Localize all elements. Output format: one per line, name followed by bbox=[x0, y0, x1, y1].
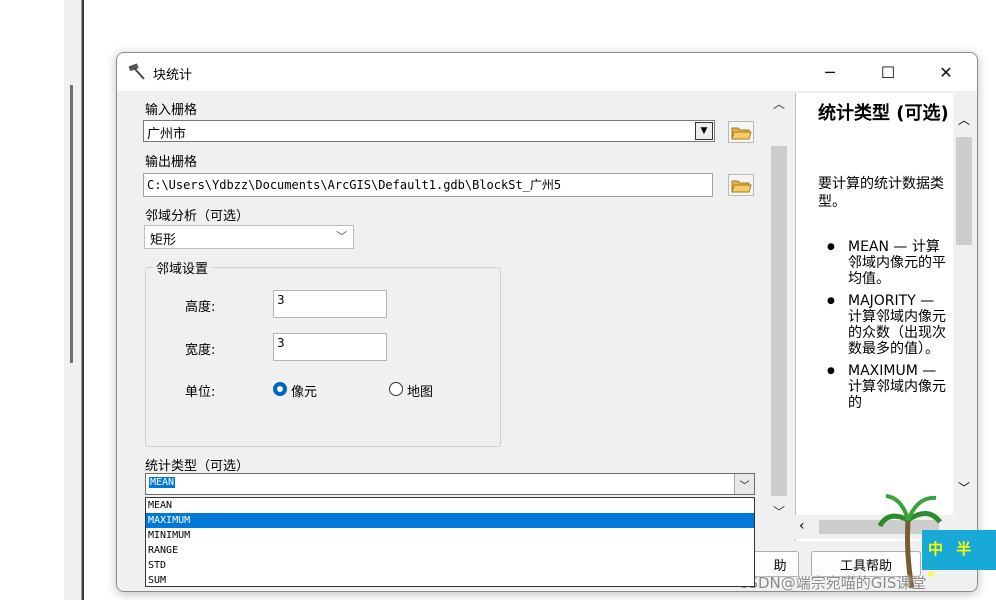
stat-option-sum[interactable]: SUM bbox=[146, 573, 754, 588]
background-splitter[interactable] bbox=[70, 85, 73, 363]
logo-badge: 中 半 。 bbox=[922, 530, 996, 579]
help-item-majority: MAJORITY — 计算邻域内像元的众数（出现次数最多的值）。 bbox=[827, 293, 952, 357]
title-bar[interactable]: 块统计 ─ ☐ ✕ bbox=[117, 53, 977, 91]
neighborhood-label: 邻域分析（可选） bbox=[145, 209, 250, 224]
height-input[interactable]: 3 bbox=[273, 290, 387, 318]
input-raster-dropdown-button[interactable]: ▼ bbox=[695, 122, 713, 140]
input-raster-field[interactable]: 广州市 bbox=[143, 120, 715, 142]
scroll-down-icon[interactable]: ﹀ bbox=[958, 479, 970, 496]
stat-type-selected-value: MEAN bbox=[149, 477, 176, 488]
help-item-maximum: MAXIMUM — 计算邻域内像元的 bbox=[827, 363, 952, 411]
neighborhood-value: 矩形 bbox=[150, 233, 177, 248]
unit-map-label: 地图 bbox=[407, 385, 434, 400]
scroll-left-icon[interactable]: ‹ bbox=[799, 518, 805, 534]
stat-type-label: 统计类型（可选） bbox=[145, 459, 250, 474]
window-title: 块统计 bbox=[153, 68, 193, 83]
stat-option-maximum[interactable]: MAXIMUM bbox=[146, 513, 754, 528]
stat-option-std[interactable]: STD bbox=[146, 558, 754, 573]
stat-option-mean[interactable]: MEAN bbox=[146, 498, 754, 513]
scroll-thumb[interactable] bbox=[771, 146, 787, 496]
block-statistics-dialog: 块统计 ─ ☐ ✕ 输入栅格 广州市 ▼ 输出栅格 C:\Users\Ydbzz… bbox=[116, 52, 978, 592]
input-raster-label: 输入栅格 bbox=[145, 103, 198, 118]
height-label: 高度: bbox=[185, 300, 216, 315]
output-raster-field[interactable]: C:\Users\Ydbzz\Documents\ArcGIS\Default1… bbox=[143, 173, 713, 197]
close-button[interactable]: ✕ bbox=[923, 59, 969, 85]
folder-icon bbox=[731, 180, 752, 193]
minimize-button[interactable]: ─ bbox=[807, 59, 853, 85]
width-input[interactable]: 3 bbox=[273, 333, 387, 361]
neighborhood-combo[interactable]: 矩形 ﹀ bbox=[144, 225, 354, 249]
form-vertical-scrollbar[interactable]: ︿ ﹀ bbox=[767, 91, 791, 551]
help-item-mean: MEAN — 计算邻域内像元的平均值。 bbox=[827, 239, 952, 287]
neighborhood-settings-title: 邻域设置 bbox=[153, 258, 212, 277]
stat-type-combo[interactable]: MEAN ﹀ bbox=[145, 473, 755, 495]
help-title: 统计类型 (可选) bbox=[818, 103, 949, 124]
background-divider bbox=[82, 0, 84, 600]
width-label: 宽度: bbox=[185, 343, 216, 358]
help-panel: 统计类型 (可选) 要计算的统计数据类型。 MEAN — 计算邻域内像元的平均值… bbox=[795, 93, 953, 541]
hide-help-label: 助 bbox=[773, 558, 787, 574]
unit-label: 单位: bbox=[185, 385, 216, 400]
stat-option-range[interactable]: RANGE bbox=[146, 543, 754, 558]
stat-type-dropdown-list: MEAN MAXIMUM MINIMUM RANGE STD SUM bbox=[145, 497, 755, 587]
unit-cell-label: 像元 bbox=[291, 385, 318, 400]
help-vertical-scrollbar[interactable]: ︿ ﹀ bbox=[953, 93, 975, 541]
background-canvas bbox=[0, 0, 64, 600]
scroll-up-icon[interactable]: ︿ bbox=[773, 95, 785, 112]
watermark-text: CSDN@端宗宛喵的GIS课堂 bbox=[738, 574, 927, 592]
folder-icon bbox=[731, 127, 752, 140]
scroll-up-icon[interactable]: ︿ bbox=[958, 111, 970, 128]
input-raster-browse-button[interactable] bbox=[728, 121, 754, 143]
hammer-icon bbox=[128, 63, 145, 80]
unit-cell-radio[interactable] bbox=[273, 382, 287, 396]
unit-map-radio[interactable] bbox=[389, 382, 403, 396]
scroll-down-icon[interactable]: ﹀ bbox=[773, 503, 785, 520]
maximize-button[interactable]: ☐ bbox=[865, 59, 911, 85]
output-raster-browse-button[interactable] bbox=[728, 174, 754, 196]
chevron-down-icon: ﹀ bbox=[336, 230, 347, 243]
chevron-down-icon[interactable]: ﹀ bbox=[734, 474, 754, 494]
output-raster-label: 输出栅格 bbox=[145, 155, 198, 170]
help-list: MEAN — 计算邻域内像元的平均值。 MAJORITY — 计算邻域内像元的众… bbox=[827, 239, 952, 417]
help-scroll-thumb[interactable] bbox=[956, 137, 972, 245]
background-panel-strip bbox=[64, 0, 82, 600]
stat-option-minimum[interactable]: MINIMUM bbox=[146, 528, 754, 543]
help-intro: 要计算的统计数据类型。 bbox=[818, 176, 944, 210]
